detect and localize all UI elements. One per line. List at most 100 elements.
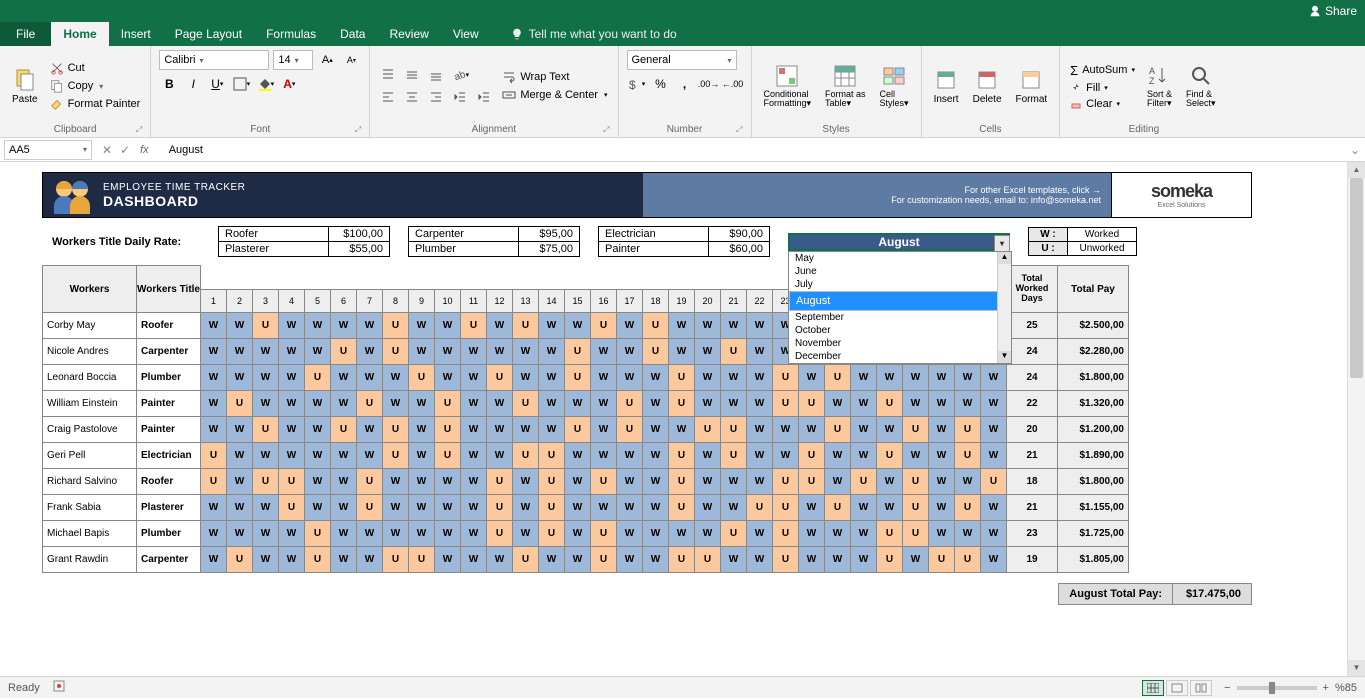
day-cell[interactable]: W [304,468,331,495]
conditional-formatting-button[interactable]: ConditionalFormatting▾ [760,50,816,122]
worksheet[interactable]: EMPLOYEE TIME TRACKER DASHBOARD For othe… [0,162,1365,676]
day-cell[interactable]: W [408,494,435,521]
day-cell[interactable]: W [928,520,955,547]
day-cell[interactable]: W [408,442,435,469]
day-cell[interactable]: W [564,442,591,469]
copy-button[interactable]: Copy▾ [48,78,143,94]
day-cell[interactable]: W [564,494,591,521]
expand-formula-bar[interactable]: ⌄ [1345,143,1365,157]
day-cell[interactable]: W [278,312,305,339]
day-cell[interactable]: U [408,364,435,391]
day-cell[interactable]: W [538,416,565,443]
month-option[interactable]: July [789,278,1011,291]
day-cell[interactable]: W [798,494,825,521]
day-cell[interactable]: U [252,416,279,443]
month-option[interactable]: August [789,291,1011,311]
day-cell[interactable]: W [278,364,305,391]
month-option[interactable]: October [789,324,1011,337]
day-cell[interactable]: U [304,520,331,547]
worker-name[interactable]: Leonard Boccia [42,364,137,391]
day-cell[interactable]: W [668,338,695,365]
day-cell[interactable]: W [616,468,643,495]
increase-font-button[interactable]: A▴ [317,50,337,70]
day-cell[interactable]: W [200,364,227,391]
worker-title[interactable]: Painter [136,416,201,443]
day-cell[interactable]: U [512,390,539,417]
day-cell[interactable]: W [226,416,253,443]
day-cell[interactable]: W [252,364,279,391]
font-size-select[interactable]: 14▾ [273,50,313,70]
day-cell[interactable]: W [408,416,435,443]
orientation-button[interactable]: ab▾ [450,65,470,85]
alignment-launcher[interactable]: ⤢ [603,125,609,135]
day-cell[interactable]: W [954,390,981,417]
day-cell[interactable]: W [330,312,357,339]
day-cell[interactable]: U [616,416,643,443]
day-cell[interactable]: W [980,416,1007,443]
day-cell[interactable]: U [902,494,929,521]
day-cell[interactable]: U [486,520,513,547]
day-cell[interactable]: U [876,442,903,469]
day-cell[interactable]: U [902,468,929,495]
day-cell[interactable]: U [564,364,591,391]
day-cell[interactable]: W [330,364,357,391]
day-cell[interactable]: W [954,468,981,495]
day-cell[interactable]: W [616,312,643,339]
day-cell[interactable]: W [694,364,721,391]
day-cell[interactable]: W [356,338,383,365]
align-top-button[interactable] [378,65,398,85]
scroll-track[interactable] [998,264,1011,351]
day-cell[interactable]: W [538,364,565,391]
clear-button[interactable]: Clear▾ [1068,97,1137,111]
day-cell[interactable]: U [434,442,461,469]
month-option[interactable]: June [789,265,1011,278]
day-cell[interactable]: W [408,312,435,339]
font-launcher[interactable]: ⤢ [355,125,361,135]
day-cell[interactable]: W [876,416,903,443]
day-cell[interactable]: U [668,494,695,521]
day-cell[interactable]: W [330,468,357,495]
day-cell[interactable]: W [720,494,747,521]
day-cell[interactable]: U [954,442,981,469]
day-cell[interactable]: W [720,546,747,573]
day-cell[interactable]: W [278,338,305,365]
day-cell[interactable]: W [980,546,1007,573]
day-cell[interactable]: W [798,416,825,443]
italic-button[interactable]: I [183,74,203,94]
enter-formula-button[interactable]: ✓ [120,143,130,157]
day-cell[interactable]: W [590,390,617,417]
find-select-button[interactable]: Find &Select▾ [1182,50,1220,122]
paste-button[interactable]: Paste [8,50,42,122]
name-box[interactable]: AA5▾ [4,140,92,160]
day-cell[interactable]: W [200,494,227,521]
percent-button[interactable]: % [651,74,671,94]
clipboard-launcher[interactable]: ⤢ [136,125,142,135]
day-cell[interactable]: W [434,494,461,521]
day-cell[interactable]: W [850,546,877,573]
month-option[interactable]: December [789,350,1011,363]
worker-title[interactable]: Plumber [136,520,201,547]
day-cell[interactable]: W [200,312,227,339]
format-painter-button[interactable]: Format Painter [48,96,143,112]
day-cell[interactable]: U [980,468,1007,495]
day-cell[interactable]: W [512,416,539,443]
day-cell[interactable]: W [746,520,773,547]
merge-center-button[interactable]: Merge & Center▾ [500,87,609,103]
worker-name[interactable]: Nicole Andres [42,338,137,365]
day-cell[interactable]: W [928,468,955,495]
day-cell[interactable]: W [928,416,955,443]
day-cell[interactable]: W [460,494,487,521]
tab-data[interactable]: Data [328,22,377,46]
day-cell[interactable]: W [824,390,851,417]
day-cell[interactable]: W [330,390,357,417]
day-cell[interactable]: W [538,312,565,339]
day-cell[interactable]: W [200,416,227,443]
day-cell[interactable]: W [824,468,851,495]
day-cell[interactable]: W [226,442,253,469]
day-cell[interactable]: W [538,390,565,417]
day-cell[interactable]: U [408,546,435,573]
day-cell[interactable]: U [876,390,903,417]
day-cell[interactable]: W [252,546,279,573]
day-cell[interactable]: W [252,338,279,365]
day-cell[interactable]: U [200,442,227,469]
